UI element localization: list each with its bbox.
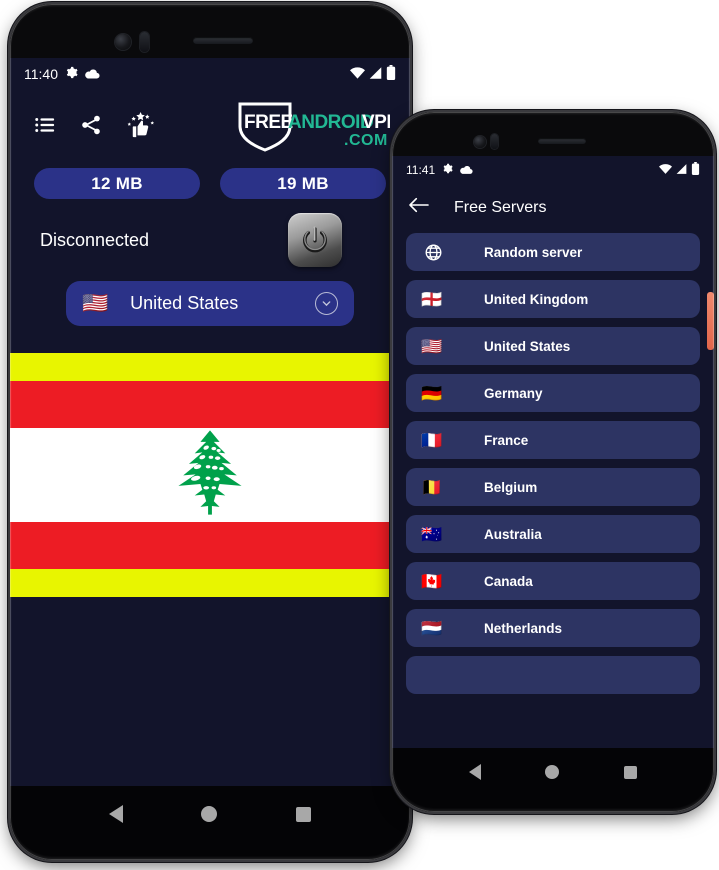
phone-device-right: 11:41 xyxy=(392,112,714,812)
server-name-label: United States xyxy=(484,338,571,354)
server-list-item[interactable]: 🇺🇸 United States xyxy=(406,327,700,365)
wifi-icon xyxy=(350,66,365,82)
server-list-item[interactable]: 🇧🇪 Belgium xyxy=(406,468,700,506)
server-list: Random server 🏴󠁧󠁢󠁥󠁮󠁧󠁿 United Kingdom 🇺🇸 Unit… xyxy=(392,233,714,694)
country-flag-icon: 🇺🇸 xyxy=(82,292,109,315)
proximity-sensor-icon xyxy=(491,134,498,149)
earpiece-speaker-icon xyxy=(538,138,586,144)
status-bar-clock: 11:40 xyxy=(24,66,58,82)
country-flag-icon: 🇩🇪 xyxy=(421,383,443,403)
proximity-sensor-icon xyxy=(140,32,149,52)
banner-strip-top xyxy=(10,353,410,381)
server-name-label: Australia xyxy=(484,526,542,542)
cloud-icon xyxy=(460,163,473,177)
globe-icon xyxy=(420,243,444,262)
battery-icon xyxy=(691,161,700,178)
svg-text:ANDROID: ANDROID xyxy=(288,112,373,133)
android-nav-bar-right xyxy=(392,748,714,812)
download-usage-pill[interactable]: 12 MB xyxy=(34,168,200,199)
country-flag-icon: 🇧🇪 xyxy=(421,477,443,497)
cellular-signal-icon xyxy=(676,163,687,177)
front-camera-icon xyxy=(474,136,486,148)
server-name-label: France xyxy=(484,432,529,448)
svg-text:.COM: .COM xyxy=(344,132,388,149)
screenshot-canvas: 11:40 FREE ANDROID VP .COM 12 MB 19 MB D… xyxy=(0,0,719,870)
data-usage-row: 12 MB 19 MB xyxy=(10,160,410,199)
country-flag-icon: 🇦🇺 xyxy=(421,524,443,544)
country-selector-button[interactable]: 🇺🇸 United States xyxy=(66,281,354,326)
cedar-tree-icon xyxy=(151,429,269,522)
earpiece-speaker-icon xyxy=(193,37,253,44)
status-bar-right: 11:41 xyxy=(392,156,714,183)
svg-text:VPN: VPN xyxy=(362,112,390,133)
vpn-home-screen: 11:40 FREE ANDROID VP .COM 12 MB 19 MB D… xyxy=(10,58,410,786)
lebanon-flag-image xyxy=(10,381,410,569)
app-toolbar: FREE ANDROID VPN .COM xyxy=(10,90,410,160)
server-list-item[interactable]: 🏴󠁧󠁢󠁥󠁮󠁧󠁿 United Kingdom xyxy=(406,280,700,318)
wifi-icon xyxy=(659,163,672,177)
server-name-label: Belgium xyxy=(484,479,538,495)
country-flag-icon: 🇨🇦 xyxy=(421,571,443,591)
server-name-label: Canada xyxy=(484,573,533,589)
server-list-item[interactable]: 🇨🇦 Canada xyxy=(406,562,700,600)
servers-header: Free Servers xyxy=(392,183,714,233)
flag-band-red-bottom xyxy=(10,522,410,569)
battery-icon xyxy=(386,65,396,83)
server-list-item[interactable]: Random server xyxy=(406,233,700,271)
nav-home-button[interactable] xyxy=(201,806,218,822)
share-icon[interactable] xyxy=(80,114,102,136)
banner-strip-bottom xyxy=(10,569,410,597)
phone-device-left: 11:40 FREE ANDROID VP .COM 12 MB 19 MB D… xyxy=(10,4,410,860)
power-toggle-button[interactable] xyxy=(288,213,342,267)
flag-band-red-top xyxy=(10,381,410,428)
page-title: Free Servers xyxy=(454,199,547,216)
rate-us-icon[interactable] xyxy=(126,112,156,138)
gear-icon xyxy=(65,66,78,82)
side-volume-button[interactable] xyxy=(707,292,714,350)
country-flag-icon: 🏴󠁧󠁢󠁥󠁮󠁧󠁿 xyxy=(421,289,443,309)
android-nav-bar-left xyxy=(10,786,410,860)
status-bar-left: 11:40 xyxy=(10,58,410,90)
server-list-item[interactable]: 🇦🇺 Australia xyxy=(406,515,700,553)
cloud-icon xyxy=(85,66,100,82)
gear-icon xyxy=(442,163,453,177)
server-name-label: Germany xyxy=(484,385,543,401)
connection-status-text: Disconnected xyxy=(40,229,150,250)
phone-screen-right: 11:41 xyxy=(392,156,714,748)
upload-usage-pill[interactable]: 19 MB xyxy=(220,168,386,199)
nav-home-button[interactable] xyxy=(545,765,560,779)
nav-recents-button[interactable] xyxy=(623,765,637,779)
server-list-item[interactable]: 🇫🇷 France xyxy=(406,421,700,459)
nav-back-button[interactable] xyxy=(109,805,124,823)
nav-back-button[interactable] xyxy=(469,764,482,780)
ad-banner[interactable] xyxy=(10,353,410,597)
country-flag-icon: 🇳🇱 xyxy=(421,618,443,638)
phone-bezel-top-left xyxy=(10,4,410,58)
connection-status-row: Disconnected xyxy=(10,199,410,267)
server-list-item[interactable]: 🇳🇱 Netherlands xyxy=(406,609,700,647)
country-flag-icon: 🇫🇷 xyxy=(421,430,443,450)
phone-screen-left: 11:40 FREE ANDROID VP .COM 12 MB 19 MB D… xyxy=(10,58,410,786)
server-list-item[interactable]: 🇩🇪 Germany xyxy=(406,374,700,412)
server-name-label: Netherlands xyxy=(484,620,563,636)
country-flag-icon: 🇺🇸 xyxy=(421,336,443,356)
country-selector-row: 🇺🇸 United States xyxy=(10,267,410,326)
phone-bezel-top-right xyxy=(392,112,714,156)
free-servers-screen: 11:41 xyxy=(392,156,714,748)
arrow-back-icon[interactable] xyxy=(408,196,432,220)
selected-country-label: United States xyxy=(130,293,239,313)
list-icon[interactable] xyxy=(34,114,56,136)
app-logo: FREE ANDROID VPN .COM xyxy=(236,98,390,152)
nav-recents-button[interactable] xyxy=(295,806,311,822)
server-name-label: United Kingdom xyxy=(484,291,589,307)
chevron-down-icon[interactable] xyxy=(315,292,338,315)
cellular-signal-icon xyxy=(369,66,382,82)
server-name-label: Random server xyxy=(484,244,583,260)
status-bar-clock: 11:41 xyxy=(406,162,436,177)
server-list-item[interactable] xyxy=(406,656,700,694)
front-camera-icon xyxy=(115,34,131,50)
svg-text:FREE: FREE xyxy=(244,112,293,133)
